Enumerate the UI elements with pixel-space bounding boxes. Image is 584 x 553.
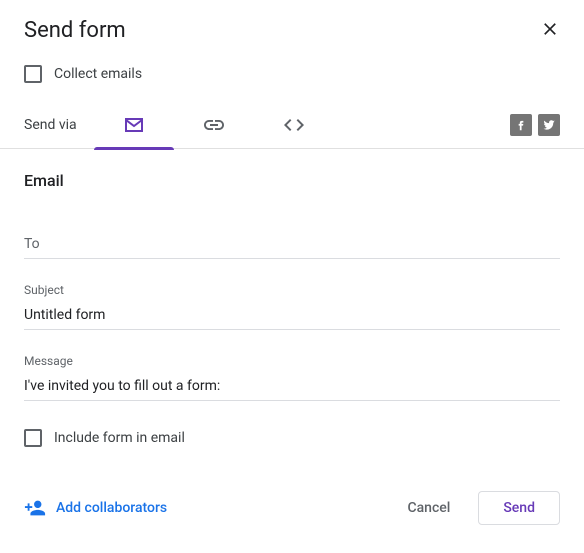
twitter-button[interactable] [538,114,560,136]
close-button[interactable] [540,19,560,43]
send-button[interactable]: Send [478,491,560,525]
twitter-icon [542,118,556,132]
collect-emails-checkbox[interactable] [24,65,42,83]
add-collaborators-button[interactable]: Add collaborators [24,497,167,519]
message-label: Message [24,354,560,368]
subject-field: Subject [24,283,560,330]
tab-embed[interactable] [254,101,334,149]
facebook-icon [514,118,528,132]
cancel-button[interactable]: Cancel [387,492,470,524]
facebook-button[interactable] [510,114,532,136]
message-field: Message [24,354,560,401]
add-person-icon [24,497,46,519]
add-collaborators-label: Add collaborators [56,500,167,516]
include-form-label: Include form in email [54,430,185,446]
section-title: Email [24,149,560,200]
email-icon [122,113,146,137]
collect-emails-row: Collect emails [24,53,560,101]
tab-email[interactable] [94,101,174,149]
to-field [24,230,560,259]
link-icon [202,113,226,137]
dialog-header: Send form [24,0,560,53]
to-input[interactable] [24,230,560,259]
send-via-label: Send via [24,117,94,133]
subject-label: Subject [24,283,560,297]
send-via-row: Send via [0,101,584,149]
subject-input[interactable] [24,301,560,330]
send-via-tabs [94,101,334,149]
social-share [510,114,560,136]
dialog-title: Send form [24,18,126,43]
send-form-dialog: Send form Collect emails Send via [0,0,584,525]
dialog-footer: Add collaborators Cancel Send [24,491,560,525]
close-icon [540,19,560,39]
include-form-checkbox[interactable] [24,429,42,447]
include-form-row: Include form in email [24,429,560,447]
message-input[interactable] [24,372,560,401]
collect-emails-label: Collect emails [54,66,142,82]
tab-link[interactable] [174,101,254,149]
embed-icon [282,113,306,137]
